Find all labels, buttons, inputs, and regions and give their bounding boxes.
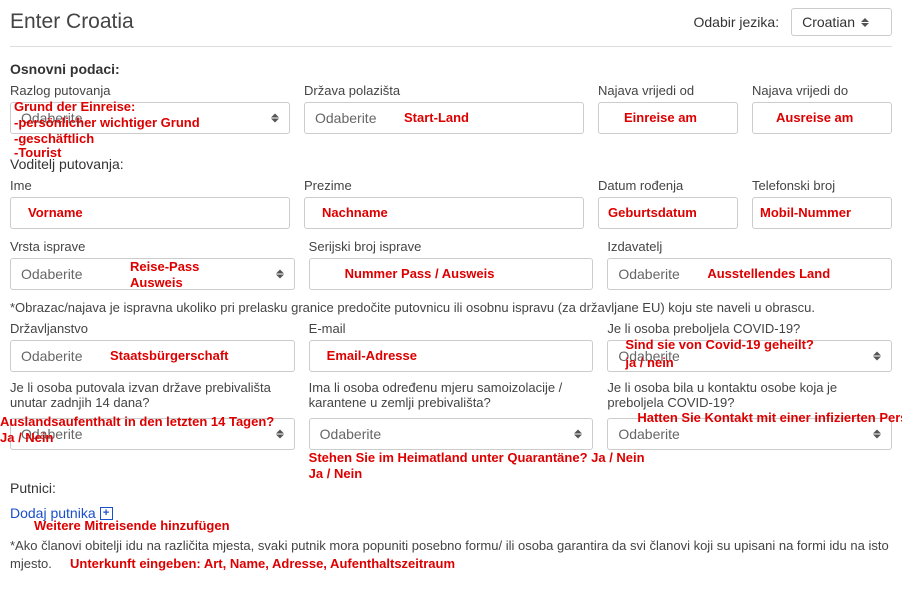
select-izdavatelj[interactable]: Odaberite: [607, 258, 892, 290]
label-telefon: Telefonski broj: [752, 178, 892, 193]
sort-icon: [574, 430, 582, 439]
select-vrsta-isprave[interactable]: Odaberite: [10, 258, 295, 290]
select-placeholder: Odaberite: [320, 426, 381, 442]
select-razlog[interactable]: Odaberite: [10, 102, 290, 134]
sort-icon: [276, 270, 284, 279]
language-label: Odabir jezika:: [693, 14, 779, 30]
select-placeholder: Odaberite: [21, 348, 82, 364]
select-preboljela[interactable]: Odaberite: [607, 340, 892, 372]
select-samoizolacija[interactable]: Odaberite: [309, 418, 594, 450]
label-samoizolacija: Ima li osoba određenu mjeru samoizolacij…: [309, 380, 594, 414]
annotation-quarant: Stehen Sie im Heimatland unter Quarantän…: [309, 450, 645, 465]
label-najava-od: Najava vrijedi od: [598, 83, 738, 98]
select-putovala[interactable]: Odaberite: [10, 418, 295, 450]
annotation-unterkunft: Unterkunft eingeben: Art, Name, Adresse,…: [70, 555, 455, 573]
select-placeholder: Odaberite: [618, 266, 679, 282]
label-email: E-mail: [309, 321, 594, 336]
sort-icon: [271, 114, 279, 123]
language-select[interactable]: Croatian: [791, 8, 892, 36]
section-putnici: Putnici:: [10, 480, 892, 496]
input-datum-rodenja[interactable]: [598, 197, 738, 229]
select-placeholder: Odaberite: [315, 110, 376, 126]
select-placeholder: Odaberite: [618, 426, 679, 442]
label-ime: Ime: [10, 178, 290, 193]
label-preboljela: Je li osoba preboljela COVID-19?: [607, 321, 892, 336]
label-kontakt: Je li osoba bila u kontaktu osobe koja j…: [607, 380, 892, 414]
label-izdavatelj: Izdavatelj: [607, 239, 892, 254]
footnote-clanovi: *Ako članovi obitelji idu na različita m…: [10, 537, 892, 572]
page-title: Enter Croatia: [10, 10, 134, 34]
sort-icon: [873, 430, 881, 439]
label-serijski: Serijski broj isprave: [309, 239, 594, 254]
plus-icon: +: [100, 507, 113, 520]
input-ime[interactable]: [10, 197, 290, 229]
select-placeholder: Odaberite: [618, 348, 679, 364]
label-razlog: Razlog putovanja: [10, 83, 290, 98]
link-dodaj-label: Dodaj putnika: [10, 505, 96, 521]
select-drzava-polazista[interactable]: Odaberite: [304, 102, 584, 134]
section-osnovni: Osnovni podaci:: [10, 61, 892, 77]
label-prezime: Prezime: [304, 178, 584, 193]
input-telefon[interactable]: [752, 197, 892, 229]
input-prezime[interactable]: [304, 197, 584, 229]
label-drzavljanstvo: Državljanstvo: [10, 321, 295, 336]
sort-icon: [861, 18, 869, 27]
label-vrsta-isprave: Vrsta isprave: [10, 239, 295, 254]
input-email[interactable]: [309, 340, 594, 372]
section-voditelj: Voditelj putovanja:: [10, 156, 892, 172]
label-drzava-polazista: Država polazišta: [304, 83, 584, 98]
select-placeholder: Odaberite: [21, 426, 82, 442]
input-serijski[interactable]: [309, 258, 594, 290]
note-obrazac: *Obrazac/najava je ispravna ukoliko pri …: [10, 300, 892, 315]
sort-icon: [276, 430, 284, 439]
label-datum-rodenja: Datum rođenja: [598, 178, 738, 193]
select-kontakt[interactable]: Odaberite: [607, 418, 892, 450]
sort-icon: [873, 352, 881, 361]
select-placeholder: Odaberite: [21, 110, 82, 126]
input-najava-do[interactable]: [752, 102, 892, 134]
label-putovala: Je li osoba putovala izvan države prebiv…: [10, 380, 295, 414]
language-value: Croatian: [802, 14, 855, 30]
link-dodaj-putnika[interactable]: Dodaj putnika +: [10, 505, 113, 521]
select-drzavljanstvo[interactable]: Odaberite: [10, 340, 295, 372]
label-najava-do: Najava vrijedi do: [752, 83, 892, 98]
annotation-janein3: Ja / Nein: [309, 466, 362, 481]
input-najava-od[interactable]: [598, 102, 738, 134]
select-placeholder: Odaberite: [21, 266, 82, 282]
